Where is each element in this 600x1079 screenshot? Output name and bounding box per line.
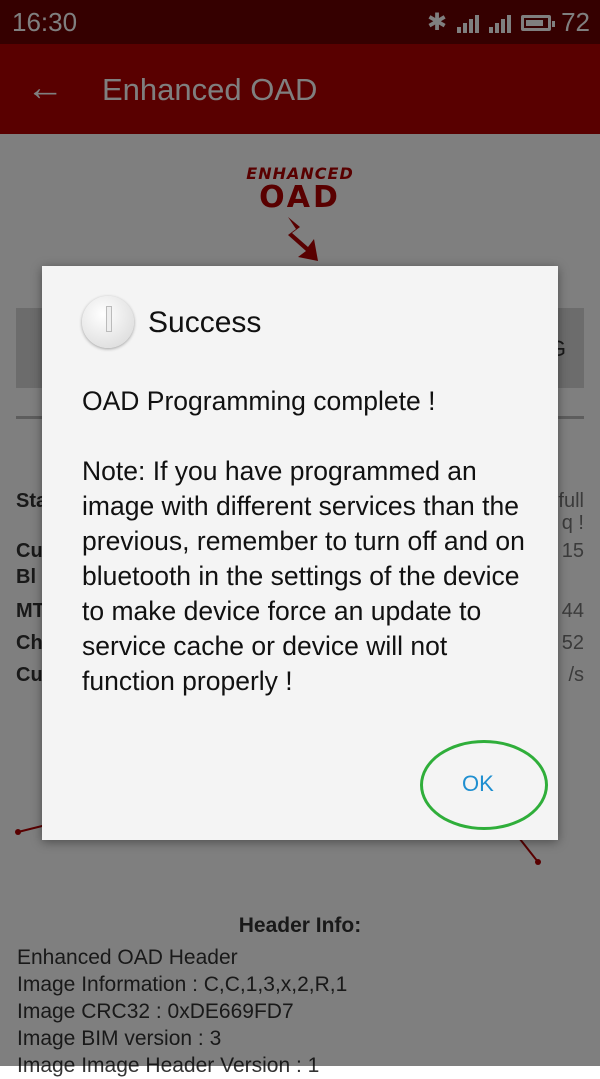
annotation-circle <box>420 740 548 830</box>
info-icon <box>82 296 134 348</box>
dialog-title: Success <box>148 306 262 339</box>
dialog-message: OAD Programming complete ! Note: If you … <box>82 386 525 696</box>
